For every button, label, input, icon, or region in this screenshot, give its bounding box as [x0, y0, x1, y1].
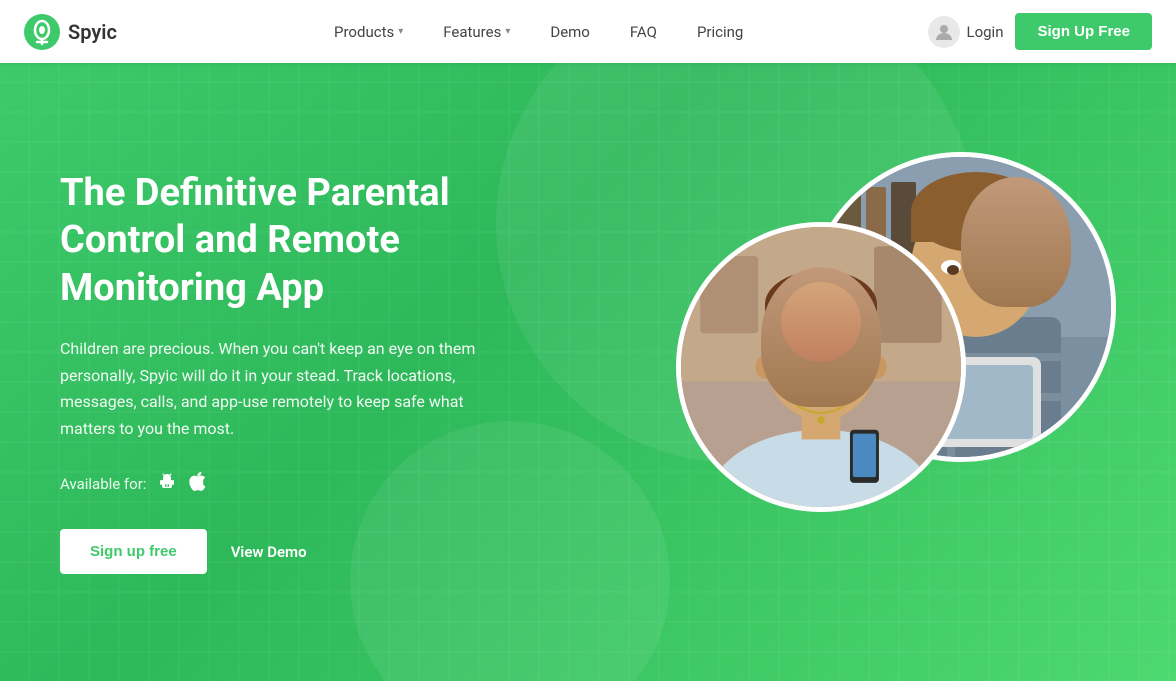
main-nav: Products ▾ Features ▾ Demo FAQ Pricing — [149, 0, 929, 63]
hero-buttons: Sign up free View Demo — [60, 529, 520, 574]
hero-content: The Definitive Parental Control and Remo… — [0, 170, 580, 574]
woman-photo — [681, 227, 961, 507]
nav-faq[interactable]: FAQ — [610, 0, 677, 63]
hero-demo-button[interactable]: View Demo — [231, 543, 307, 561]
nav-products[interactable]: Products ▾ — [314, 0, 423, 63]
login-button[interactable]: Login — [928, 16, 1003, 48]
spyic-logo-icon — [24, 14, 60, 50]
apple-icon — [188, 470, 208, 497]
hero-section: The Definitive Parental Control and Remo… — [0, 63, 1176, 681]
navbar-right: Login Sign Up Free — [928, 13, 1152, 50]
products-chevron-icon: ▾ — [398, 26, 403, 37]
nav-demo[interactable]: Demo — [530, 0, 610, 63]
nav-pricing[interactable]: Pricing — [677, 0, 763, 63]
signup-free-button[interactable]: Sign Up Free — [1015, 13, 1152, 50]
available-label: Available for: — [60, 475, 146, 493]
user-avatar-icon — [928, 16, 960, 48]
hero-title: The Definitive Parental Control and Remo… — [60, 170, 520, 313]
brand-name: Spyic — [68, 20, 117, 44]
hero-images — [656, 122, 1136, 622]
hero-description: Children are precious. When you can't ke… — [60, 336, 480, 442]
brand-logo[interactable]: Spyic — [24, 14, 117, 50]
navbar: Spyic Products ▾ Features ▾ Demo FAQ Pri… — [0, 0, 1176, 63]
hero-signup-button[interactable]: Sign up free — [60, 529, 207, 574]
available-for: Available for: — [60, 470, 520, 497]
woman-photo-circle — [676, 222, 966, 512]
nav-features[interactable]: Features ▾ — [423, 0, 530, 63]
android-icon — [156, 470, 178, 497]
features-chevron-icon: ▾ — [505, 26, 510, 37]
